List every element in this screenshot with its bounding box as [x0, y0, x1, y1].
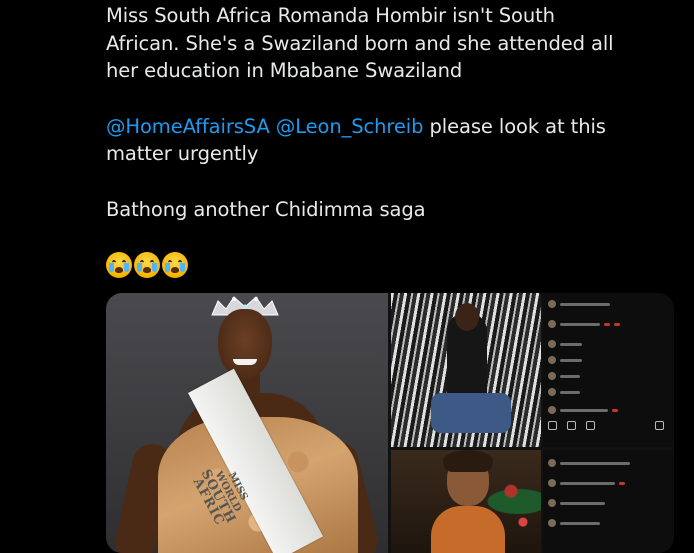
emoji-row: [106, 252, 188, 278]
portrait-face: [218, 309, 272, 379]
loudly-crying-face-icon: [134, 252, 160, 278]
media-screenshot-comments-1[interactable]: [543, 293, 674, 447]
tweet-line: Bathong another Chidimma saga: [106, 197, 426, 221]
media-photo-seated[interactable]: [391, 293, 541, 447]
tweet-line: African. She's a Swaziland born and she …: [106, 31, 614, 55]
mention-link-homeaffairssa[interactable]: @HomeAffairsSA: [106, 115, 270, 138]
media-grid[interactable]: MISS WORLD SOUTH AFRIC: [106, 293, 674, 553]
media-photo-christmas[interactable]: [391, 450, 541, 553]
tweet-line: matter urgently: [106, 142, 259, 165]
tweet-line-rest: please look at this: [423, 114, 606, 138]
post-actions: [548, 421, 664, 430]
tweet-line: her education in Mbabane Swaziland: [106, 59, 463, 82]
loudly-crying-face-icon: [106, 252, 132, 278]
media-screenshot-comments-2[interactable]: [543, 450, 674, 553]
loudly-crying-face-icon: [162, 252, 188, 278]
media-photo-pageant[interactable]: MISS WORLD SOUTH AFRIC: [106, 293, 388, 553]
tweet-line: @HomeAffairsSA @Leon_Schreib please look…: [106, 113, 676, 141]
mention-link-leon-schreib[interactable]: @Leon_Schreib: [276, 115, 424, 138]
tweet-line: Miss South Africa Romanda Hombir isn't S…: [106, 4, 555, 27]
tweet-text: Miss South Africa Romanda Hombir isn't S…: [106, 2, 676, 223]
